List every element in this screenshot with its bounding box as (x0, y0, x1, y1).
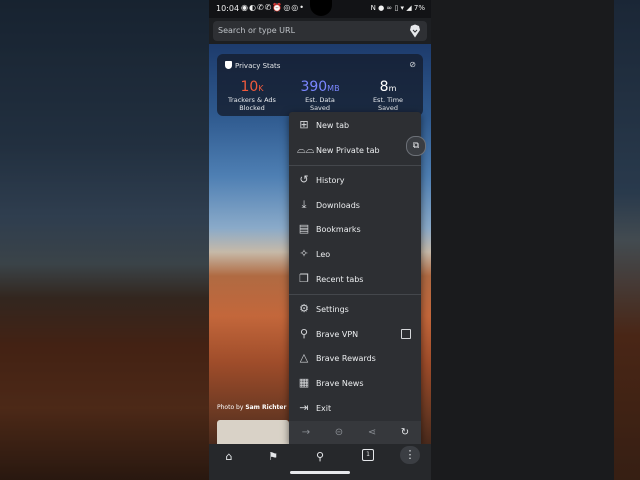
menu-item-label: Bookmarks (316, 225, 361, 234)
home-indicator[interactable] (290, 471, 350, 474)
stat-unit: MB (327, 84, 340, 93)
stat-value: 10 (240, 79, 259, 95)
forward-icon[interactable]: → (299, 427, 313, 438)
stat-label-line1: Est. Time (372, 96, 404, 104)
stat-label-line2: Saved (309, 104, 331, 112)
private-glasses-icon: ⌓⌓ (297, 143, 315, 156)
menu-item-new-tab[interactable]: ⊞ New tab (289, 114, 421, 136)
url-placeholder: Search or type URL (218, 26, 296, 35)
menu-item-label: Brave VPN (316, 330, 359, 339)
stat-value-row: 390MB (287, 76, 353, 95)
stat-label: Est. Data Saved (287, 96, 353, 112)
download-icon: ⤓ (301, 198, 307, 211)
privacy-stats-header: Privacy Stats (225, 61, 280, 70)
stat-label-line1: Trackers & Ads (228, 96, 276, 104)
overflow-menu: ⊞ New tab ⌓⌓ New Private tab ↺ History ⤓ Dow… (289, 112, 421, 445)
menu-item-downloads[interactable]: ⤓ Downloads (289, 194, 421, 216)
download-page-icon[interactable]: ⊝ (332, 427, 346, 438)
top-site-thumbnail[interactable] (217, 420, 289, 444)
stat-label: Trackers & Ads Blocked (219, 96, 285, 112)
camera-notch (310, 0, 332, 16)
status-time: 10:04 (216, 4, 240, 13)
menu-item-label: Recent tabs (316, 275, 364, 284)
more-icon[interactable]: ⋮ (400, 446, 420, 464)
stat-value: 8 (379, 79, 389, 95)
stat-label: Est. Time Saved (355, 96, 421, 112)
stat-value-row: 10K (219, 76, 285, 95)
menu-item-exit[interactable]: ⇥ Exit (289, 397, 421, 419)
stat-label-line1: Est. Data (305, 96, 335, 104)
new-tab-icon: ⊞ (299, 118, 309, 131)
menu-item-label: Exit (316, 404, 332, 413)
leo-sparkle-icon: ✧ (299, 247, 309, 260)
menu-divider (289, 165, 421, 166)
menu-item-label: Brave Rewards (316, 354, 376, 363)
menu-item-label: Leo (316, 250, 331, 259)
recent-tabs-icon: ❐ (299, 272, 309, 285)
menu-item-new-private-tab[interactable]: ⌓⌓ New Private tab (289, 139, 421, 161)
menu-action-row: → ⊝ ⋖ ↻ (289, 421, 421, 445)
background-blur-edge (614, 0, 640, 480)
stat-unit: m (388, 84, 397, 93)
phone-screen: 10:04 ◉◐✆✆⏰◎◎• N ● ∞ ▯ ▾ ◢ 7% Search or … (209, 0, 431, 480)
reload-icon[interactable]: ↻ (398, 427, 412, 438)
stat-value: 390 (300, 79, 328, 95)
stat-value-row: 8m (355, 76, 421, 95)
hide-eye-icon[interactable]: ⊘ (409, 60, 416, 69)
menu-item-label: Brave News (316, 379, 364, 388)
menu-item-bookmarks[interactable]: ▤ Bookmarks (289, 218, 421, 240)
stat-time: 8m Est. Time Saved (355, 76, 421, 112)
stat-label-line2: Saved (377, 104, 399, 112)
photo-credit-author: Sam Richter (245, 404, 287, 411)
background-blur-right (431, 0, 640, 480)
shield-icon (225, 61, 232, 69)
menu-item-brave-news[interactable]: ▦ Brave News (289, 372, 421, 394)
menu-item-label: Settings (316, 305, 349, 314)
menu-item-label: New Private tab (316, 146, 380, 155)
brave-lion-icon[interactable] (409, 24, 421, 38)
history-icon: ↺ (299, 173, 309, 186)
notification-icons: ◉◐✆✆⏰◎◎• (241, 3, 306, 12)
stat-trackers: 10K Trackers & Ads Blocked (219, 76, 285, 112)
url-bar[interactable]: Search or type URL (213, 21, 427, 41)
menu-item-label: Downloads (316, 201, 360, 210)
menu-item-brave-vpn[interactable]: ⚲ Brave VPN (289, 323, 421, 345)
bottom-toolbar: ⌂ ⚑ ⚲ 1 ⋮ (209, 444, 431, 480)
menu-divider (289, 294, 421, 295)
menu-item-history[interactable]: ↺ History (289, 169, 421, 191)
exit-icon: ⇥ (299, 401, 309, 414)
bookmark-icon: ▤ (298, 222, 310, 235)
tabs-button[interactable]: 1 (362, 449, 374, 461)
search-icon[interactable]: ⚲ (313, 450, 327, 463)
privacy-stats-widget: Privacy Stats ⊘ 10K Trackers & Ads Blocke… (217, 54, 423, 116)
stat-data: 390MB Est. Data Saved (287, 76, 353, 112)
stat-unit: K (258, 84, 264, 93)
menu-item-label: New tab (316, 121, 350, 130)
bookmark-toolbar-icon[interactable]: ⚑ (266, 450, 280, 463)
rewards-triangle-icon: △ (299, 351, 309, 364)
background-blur-left (0, 0, 209, 480)
vpn-checkbox[interactable] (401, 329, 411, 339)
system-icons: N ● ∞ ▯ ▾ ◢ 7% (370, 4, 425, 12)
menu-item-settings[interactable]: ⚙ Settings (289, 298, 421, 320)
status-bar: 10:04 ◉◐✆✆⏰◎◎• N ● ∞ ▯ ▾ ◢ 7% (209, 0, 431, 18)
gear-icon: ⚙ (299, 302, 309, 315)
vpn-icon: ⚲ (299, 327, 309, 340)
photo-credit[interactable]: Photo by Sam Richter (217, 404, 286, 411)
privacy-stats-title: Privacy Stats (235, 62, 281, 70)
home-icon[interactable]: ⌂ (222, 450, 236, 463)
menu-item-label: History (316, 176, 345, 185)
share-icon[interactable]: ⋖ (365, 427, 379, 438)
menu-item-brave-rewards[interactable]: △ Brave Rewards (289, 347, 421, 369)
photo-credit-prefix: Photo by (217, 404, 244, 411)
menu-item-recent-tabs[interactable]: ❐ Recent tabs (289, 268, 421, 290)
floating-action-button[interactable]: ⧉ (406, 136, 426, 156)
menu-item-leo[interactable]: ✧ Leo (289, 243, 421, 265)
battery-level: 7% (413, 4, 425, 12)
stat-label-line2: Blocked (239, 104, 265, 112)
news-icon: ▦ (298, 376, 310, 389)
